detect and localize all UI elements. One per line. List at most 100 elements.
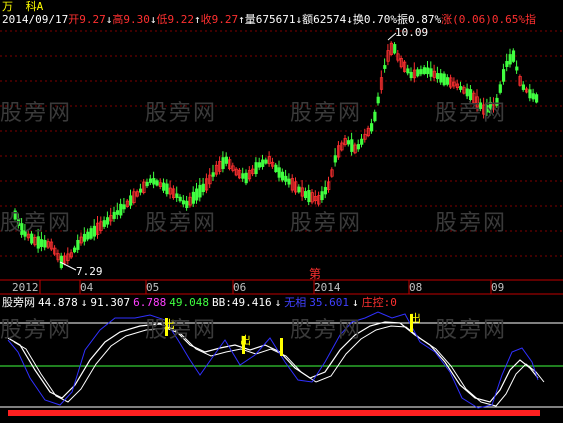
candle-body (501, 69, 506, 82)
watermark: 股旁网 (290, 318, 363, 343)
watermark: 股旁网 (435, 211, 508, 236)
watermark: 股旁网 (145, 101, 218, 126)
candle-body (307, 189, 311, 203)
signal-label: 出 (240, 334, 251, 347)
candle-body (145, 181, 149, 187)
stock-name-part2: 科A (25, 0, 44, 13)
candle-body (303, 191, 308, 199)
indicator-field: 49.048 (169, 296, 209, 309)
candle-body (333, 155, 337, 163)
indicator-field: ↓ (80, 296, 88, 309)
candle-body (122, 204, 126, 210)
candle-body (244, 172, 248, 184)
high-price-label: 10.09 (395, 26, 429, 39)
indicator-field: 44.878 (38, 296, 78, 309)
candle-body (323, 187, 328, 195)
low-price-label: 7.29 (76, 265, 103, 278)
time-axis-label: 04 (80, 281, 94, 294)
candle-body (86, 231, 90, 240)
candle-body (241, 173, 245, 179)
header-field: 振0.87% (396, 13, 442, 26)
candle-body (89, 228, 93, 239)
indicator-field: 6.788 (133, 296, 167, 309)
header-field: 收9.27 (200, 13, 239, 26)
indicator-header: 股旁网 44.878 ↓ 91.307 6.788 49.048 BB:49.416 ↓ 无相 3… (2, 296, 400, 309)
candle-body (528, 89, 532, 99)
indicator-field: 91.307 (90, 296, 131, 309)
candle-body (181, 200, 186, 205)
candle-body (175, 193, 179, 198)
time-axis-label: 2014 (314, 281, 341, 294)
indicator-field: 35.601 (309, 296, 349, 309)
candle-body (73, 247, 77, 253)
candle-body (297, 186, 301, 193)
time-axis-label: 08 (409, 281, 423, 294)
candle-body (106, 217, 110, 225)
indicator-field: 无相 (284, 296, 307, 309)
candle-body (409, 71, 413, 79)
candle-body (280, 171, 285, 181)
candle-body (224, 156, 228, 164)
header-field: ↑ (238, 13, 245, 26)
candle-body (439, 73, 443, 83)
candle-body (346, 140, 351, 145)
candle-body (264, 159, 268, 164)
candle-body (201, 183, 205, 193)
candle-body (76, 239, 80, 250)
candle-body (535, 94, 539, 103)
watermark: 股旁网 (145, 211, 218, 236)
quote-header: 2014/09/17开9.27↓高9.30↓低9.22↑收9.27↑量67567… (2, 13, 536, 26)
candle-body (429, 68, 433, 77)
header-field: 指 (524, 13, 536, 26)
header-field: 开9.27 (68, 13, 106, 26)
candle-body (350, 139, 354, 152)
candle-body (383, 65, 387, 69)
header-field: 低9.22 (156, 13, 194, 26)
watermark: 股旁网 (0, 211, 73, 236)
candle-body (257, 162, 262, 168)
candle-body (277, 167, 281, 178)
signal-bar (280, 338, 283, 356)
candle-body (178, 196, 182, 202)
candle-body (508, 54, 512, 65)
candle-body (505, 61, 509, 67)
candle-body (369, 123, 374, 132)
candle-body (148, 178, 153, 183)
candle-body (511, 50, 516, 62)
period-marker: 第 (309, 267, 322, 281)
candle-body (531, 93, 535, 100)
header-field: 高9.30 (112, 13, 150, 26)
candle-body (162, 182, 166, 191)
candle-body (419, 69, 423, 75)
watermark: 股旁网 (0, 101, 73, 126)
time-axis-label: 05 (146, 281, 160, 294)
candle-body (198, 184, 202, 198)
candle-body (320, 191, 324, 201)
header-field: ↓ (346, 13, 353, 26)
indicator-field: ↓ (274, 296, 282, 309)
candle-body (426, 67, 430, 75)
candle-body (191, 191, 195, 204)
indicator-field: 股旁网 (2, 296, 35, 309)
candle-body (459, 86, 463, 90)
time-axis-label: 06 (233, 281, 247, 294)
candle-body (274, 164, 278, 173)
indicator-field: BB:49.416 (212, 296, 272, 309)
candle-body (254, 162, 258, 175)
watermark: 股旁网 (0, 318, 73, 343)
candle-body (261, 159, 265, 167)
stock-name: 万 科A (2, 0, 43, 13)
header-field: 涨(0.06)0.65% (441, 13, 525, 26)
bottom-band (8, 410, 540, 416)
time-axis-label: 2012 (12, 281, 39, 294)
candle-body (82, 233, 87, 242)
candle-body (422, 67, 427, 74)
candle-body (521, 84, 526, 90)
watermark: 股旁网 (435, 101, 508, 126)
candle-body (498, 84, 502, 93)
candle-body (138, 188, 143, 193)
candle-body (129, 195, 133, 206)
candle-body (40, 239, 44, 247)
candle-body (360, 138, 364, 145)
candle-body (165, 183, 169, 195)
